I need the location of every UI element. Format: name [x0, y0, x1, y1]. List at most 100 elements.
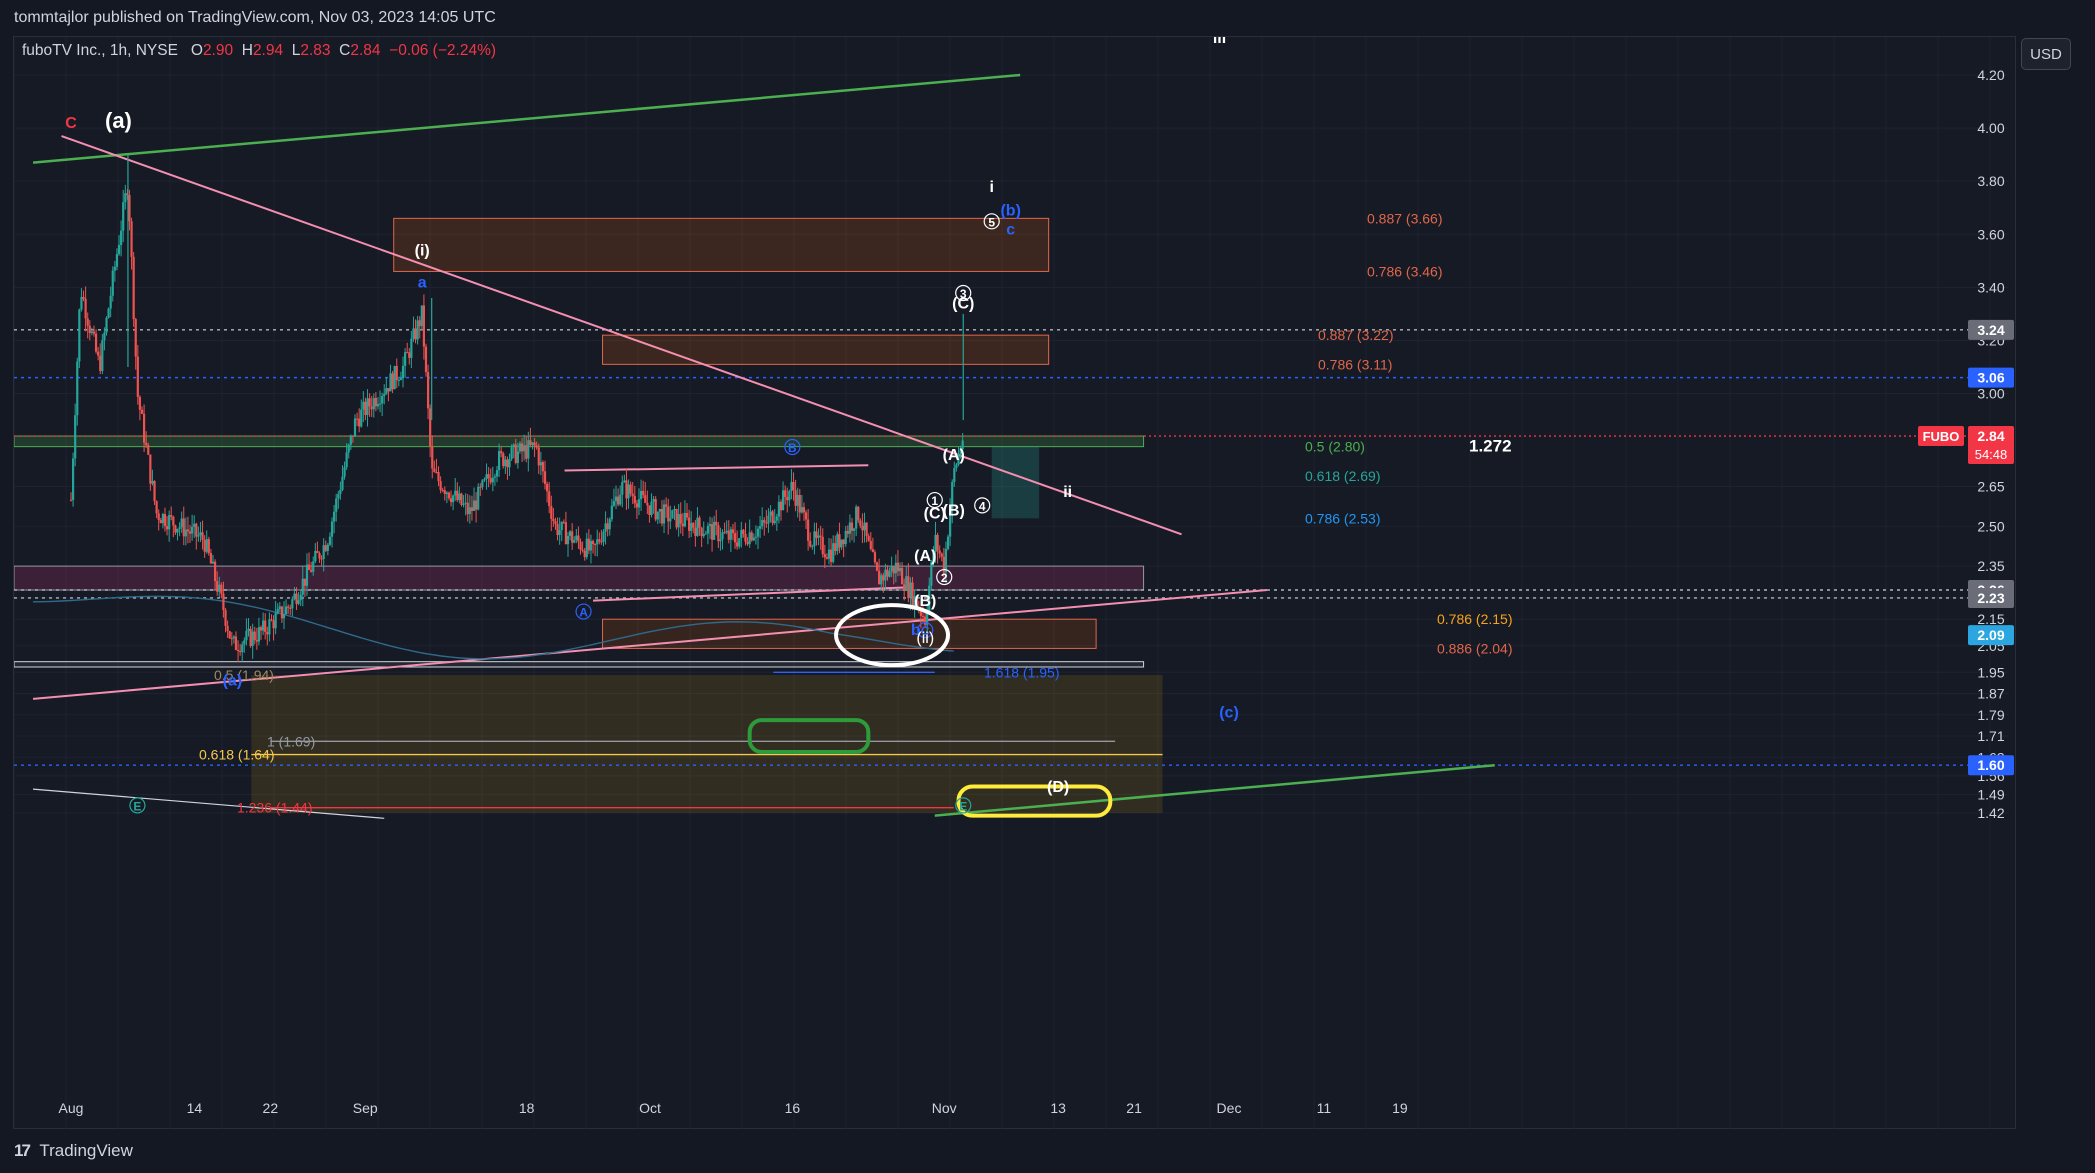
candle-body[interactable] [456, 490, 459, 501]
candle-body[interactable] [495, 470, 499, 477]
candle-body[interactable] [378, 403, 382, 405]
candle-body[interactable] [944, 548, 948, 573]
candle-body[interactable] [882, 575, 885, 581]
candle-body[interactable] [234, 636, 238, 650]
candle-body[interactable] [452, 495, 455, 503]
candle-body[interactable] [821, 536, 824, 555]
candle-body[interactable] [671, 510, 674, 519]
candle-body[interactable] [667, 506, 670, 522]
candle-body[interactable] [608, 519, 611, 530]
candle-body[interactable] [852, 528, 856, 531]
candle-body[interactable] [583, 550, 586, 558]
candle-body[interactable] [761, 520, 764, 527]
candle-body[interactable] [556, 523, 559, 535]
candle-body[interactable] [216, 581, 219, 592]
candle-body[interactable] [92, 331, 96, 334]
candle-body[interactable] [506, 459, 509, 468]
candle-body[interactable] [295, 593, 298, 604]
candle-body[interactable] [794, 490, 797, 506]
candle-body[interactable] [842, 539, 845, 545]
candle-body[interactable] [80, 296, 83, 310]
candle-body[interactable] [552, 518, 555, 522]
candle-body[interactable] [497, 451, 501, 471]
candle-body[interactable] [443, 490, 446, 495]
candle-body[interactable] [763, 520, 766, 523]
candle-body[interactable] [708, 524, 712, 527]
tradingview-logo-icon[interactable]: 17 [14, 1141, 31, 1160]
candle-body[interactable] [665, 504, 668, 507]
candle-body[interactable] [598, 539, 601, 542]
candle-body[interactable] [802, 507, 806, 513]
candle-body[interactable] [381, 395, 384, 404]
candle-body[interactable] [523, 445, 526, 452]
candle-body[interactable] [878, 570, 881, 585]
candle-body[interactable] [431, 446, 434, 469]
candle-body[interactable] [629, 484, 632, 494]
candle-body[interactable] [541, 462, 545, 472]
candle-body[interactable] [370, 406, 373, 410]
candle-body[interactable] [176, 528, 179, 533]
candle-body[interactable] [644, 495, 647, 503]
candle-body[interactable] [531, 442, 534, 445]
candle-body[interactable] [418, 320, 421, 327]
candle-body[interactable] [107, 308, 110, 318]
candle-body[interactable] [335, 498, 338, 512]
candle-body[interactable] [825, 557, 829, 559]
candle-body[interactable] [683, 513, 687, 527]
candle-body[interactable] [602, 531, 605, 542]
candle-body[interactable] [652, 499, 655, 502]
candle-body[interactable] [539, 462, 542, 466]
candle-body[interactable] [147, 445, 150, 455]
candle-body[interactable] [550, 506, 553, 519]
candle-body[interactable] [637, 499, 641, 508]
candle-body[interactable] [698, 517, 701, 528]
candle-body[interactable] [792, 481, 795, 491]
candle-body[interactable] [287, 606, 290, 608]
candle-body[interactable] [577, 535, 580, 542]
candle-body[interactable] [679, 513, 682, 524]
candle-body[interactable] [97, 351, 100, 356]
candle-body[interactable] [397, 379, 400, 381]
candle-body[interactable] [153, 480, 156, 502]
candle-body[interactable] [587, 538, 590, 551]
candle-body[interactable] [804, 512, 808, 520]
candle-body[interactable] [813, 531, 816, 547]
candle-body[interactable] [832, 543, 835, 562]
candle-body[interactable] [896, 562, 900, 572]
candle-body[interactable] [174, 525, 177, 533]
candle-body[interactable] [232, 636, 235, 639]
candle-body[interactable] [142, 413, 146, 443]
candle-body[interactable] [662, 504, 666, 524]
candle-body[interactable] [635, 503, 639, 508]
candle-body[interactable] [790, 481, 793, 492]
candle-body[interactable] [558, 530, 561, 535]
candle-body[interactable] [259, 627, 263, 631]
candle-body[interactable] [869, 540, 872, 550]
candle-body[interactable] [898, 567, 902, 572]
candle-body[interactable] [151, 480, 154, 484]
fib-zone-teal[interactable] [991, 446, 1040, 519]
candle-body[interactable] [485, 474, 488, 480]
candle-body[interactable] [848, 522, 851, 534]
candle-body[interactable] [303, 578, 306, 586]
candle-body[interactable] [706, 526, 709, 534]
candle-body[interactable] [546, 483, 549, 492]
candle-body[interactable] [650, 501, 653, 516]
fib-zone-lower[interactable] [602, 618, 1097, 649]
candle-body[interactable] [493, 476, 497, 478]
candle-body[interactable] [658, 508, 661, 512]
candle-body[interactable] [339, 489, 342, 495]
candle-body[interactable] [625, 480, 628, 499]
candle-body[interactable] [358, 418, 361, 427]
candle-body[interactable] [564, 522, 568, 545]
candle-body[interactable] [518, 443, 522, 452]
candle-body[interactable] [867, 536, 870, 541]
candle-body[interactable] [195, 523, 198, 537]
candle-body[interactable] [391, 373, 394, 390]
candle-body[interactable] [401, 365, 405, 379]
candle-body[interactable] [165, 526, 169, 530]
candle-body[interactable] [389, 373, 392, 392]
candle-body[interactable] [809, 540, 812, 547]
candle-body[interactable] [654, 499, 657, 520]
candle-body[interactable] [855, 506, 858, 529]
